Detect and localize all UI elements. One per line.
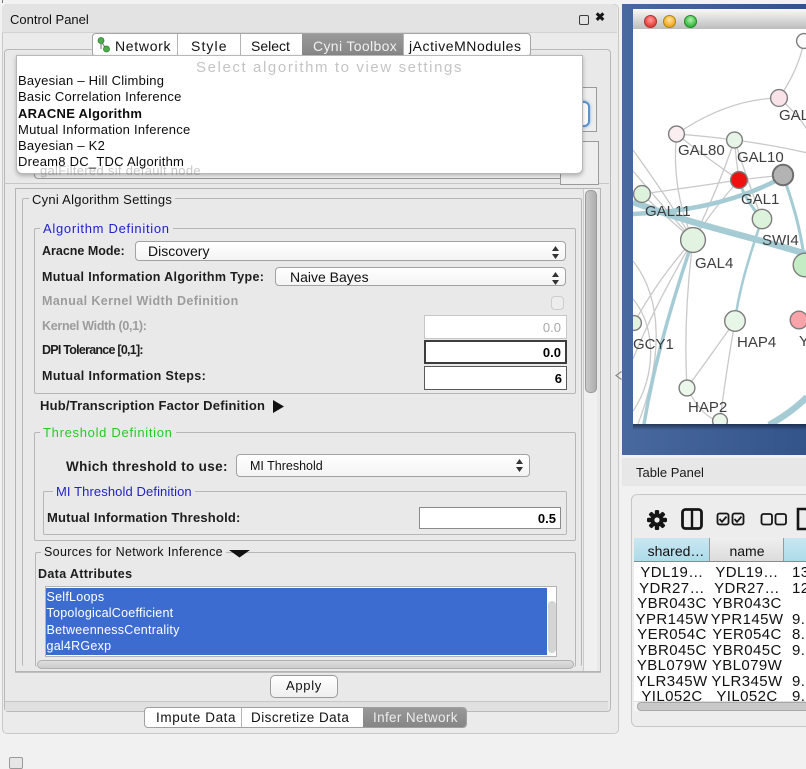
svg-text:GAL1: GAL1 bbox=[741, 191, 779, 208]
svg-text:GAL10: GAL10 bbox=[737, 149, 784, 166]
svg-text:GCY1: GCY1 bbox=[633, 336, 674, 353]
svg-text:GAL2: GAL2 bbox=[779, 107, 806, 124]
svg-text:HAP2: HAP2 bbox=[688, 399, 727, 416]
svg-text:GAL4: GAL4 bbox=[695, 255, 733, 272]
svg-text:SWI4: SWI4 bbox=[762, 232, 799, 249]
svg-text:GAL80: GAL80 bbox=[678, 142, 725, 159]
svg-text:GAL11: GAL11 bbox=[645, 203, 691, 220]
svg-text:Y: Y bbox=[799, 333, 806, 350]
svg-text:HAP4: HAP4 bbox=[737, 334, 776, 351]
